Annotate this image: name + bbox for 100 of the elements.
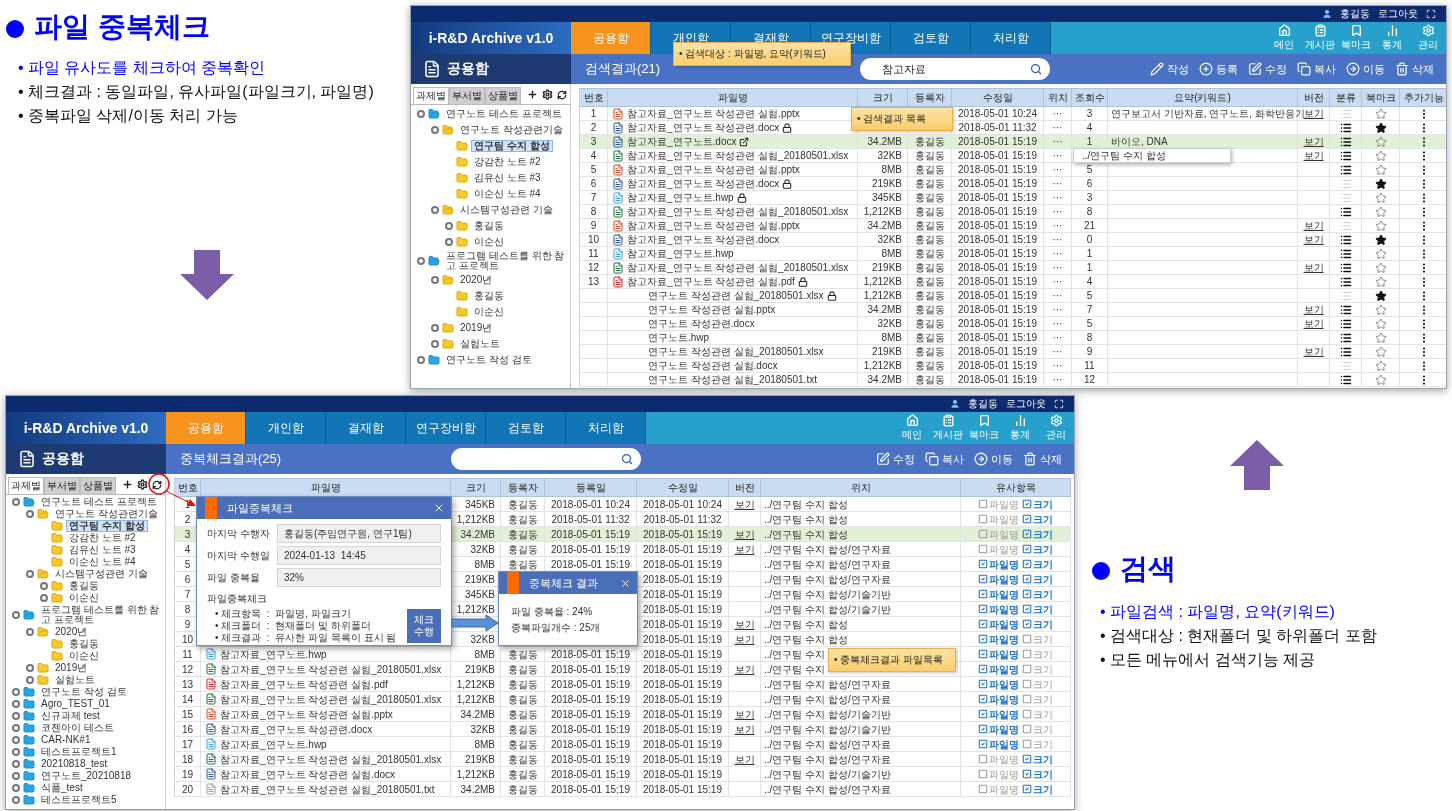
checkbox-icon[interactable] [1022, 589, 1032, 599]
tree-item[interactable]: 홍길동 [471, 220, 507, 232]
checkbox-icon[interactable] [1022, 664, 1032, 674]
checkbox-icon[interactable] [1022, 694, 1032, 704]
tree-item[interactable]: 2019년 [457, 322, 496, 334]
tree-item[interactable]: 20210818_test [38, 758, 111, 770]
star-icon[interactable] [1374, 163, 1387, 176]
checkbox[interactable]: 파일명 [978, 723, 1019, 735]
checkbox-icon[interactable] [978, 739, 988, 749]
expander-icon[interactable] [431, 126, 439, 134]
expander-icon[interactable] [12, 796, 20, 804]
toolbar-button[interactable]: 등록 [1199, 61, 1238, 77]
checkbox-icon[interactable] [1022, 499, 1032, 509]
list-icon[interactable] [1339, 135, 1352, 148]
logout-link[interactable]: 로그아웃 [1006, 397, 1046, 411]
expander-icon[interactable] [417, 110, 425, 118]
tree-item[interactable]: 프로그램 테스트를 위한 참고 프로젝트 [38, 604, 165, 626]
input-field[interactable]: 2024-01-13 14:45 [277, 546, 441, 565]
view-link[interactable]: 보기 [1303, 234, 1324, 245]
expander-icon[interactable] [417, 257, 425, 265]
tree-item[interactable]: 식품_test [38, 782, 86, 794]
input-field[interactable]: 32% [277, 568, 441, 587]
tree-item[interactable]: 시스템구성관련 기술 [52, 568, 151, 580]
expander-icon[interactable] [12, 712, 20, 720]
star-icon[interactable] [1374, 261, 1387, 274]
checkbox-icon[interactable] [978, 724, 988, 734]
view-link[interactable]: 보기 [734, 723, 755, 735]
tree-item[interactable]: 이순신 [66, 592, 102, 604]
expander-icon[interactable] [431, 206, 439, 214]
checkbox[interactable]: 파일명 [978, 588, 1019, 600]
settings-icon[interactable] [137, 479, 148, 490]
tree-item[interactable]: 이순신 [471, 306, 507, 318]
table-row[interactable]: 연구노트.hwp 8MB 홍길동 2018-05-01 15:19 ··· 8 [580, 331, 1446, 345]
checkbox-icon[interactable] [1022, 709, 1032, 719]
tree-item[interactable]: 2020년 [52, 626, 91, 638]
checkbox[interactable]: 파일명 [978, 618, 1019, 630]
sidebar-tab[interactable]: 상품별 [485, 87, 521, 104]
add-icon[interactable] [527, 89, 538, 100]
tree-item[interactable]: Agro_TEST_01 [38, 698, 113, 710]
tree-item[interactable]: 홍길동 [66, 580, 102, 592]
list-icon[interactable] [1339, 233, 1352, 246]
checkbox-icon[interactable] [978, 559, 988, 569]
checkbox-icon[interactable] [1022, 544, 1032, 554]
checkbox-icon[interactable] [1022, 649, 1032, 659]
checkbox-icon[interactable] [1022, 619, 1032, 629]
table-row[interactable]: 10 참고자료_연구노트 작성관련.docx 32KB 홍길동 2018-05-01 15:19 ··· 0 보기 [580, 233, 1446, 247]
checkbox-icon[interactable] [1022, 739, 1032, 749]
checkbox-icon[interactable] [1022, 754, 1032, 764]
checkbox-icon[interactable] [1022, 784, 1032, 794]
star-icon[interactable] [1374, 345, 1387, 358]
expander-icon[interactable] [12, 724, 20, 732]
expander-icon[interactable] [26, 510, 34, 518]
tree-item[interactable]: 코젠아이 테스트 [38, 722, 117, 734]
table-row[interactable]: 13 참고자료_연구노트 작성관련 실험.pdf 1,212KB 홍길동 2018-05-01 15:19 2018-05-01 15:19 ../연구팀 수지 합성/연구자료 파일명 크기 [175, 677, 1071, 692]
table-row[interactable]: 8 참고자료_연구노트 작성관련 실험_20180501.xlsx 1,212KB 홍길동 2018-05-01 15:19 ··· 8 [580, 205, 1446, 219]
checkbox[interactable]: 크기 [1022, 498, 1053, 510]
expander-icon[interactable] [12, 760, 20, 768]
tree-item[interactable]: 연구노트 테스트 프로젝트 [38, 496, 160, 508]
add-icon[interactable] [122, 479, 133, 490]
view-link[interactable]: 보기 [1303, 318, 1324, 329]
checkbox-icon[interactable] [1022, 634, 1032, 644]
nav-tab[interactable]: 개인함 [246, 412, 326, 444]
view-link[interactable]: 보기 [1303, 150, 1324, 161]
expander-icon[interactable] [26, 664, 34, 672]
fullscreen-icon[interactable] [1426, 9, 1436, 19]
tree-item[interactable]: 연구노트_20210818 [38, 770, 135, 782]
table-row[interactable]: 14 참고자료_연구노트 작성관련 실험_20180501.xlsx 1,212KB 홍길동 2018-05-01 15:19 2018-05-01 15:19 ../연구팀 수지 합성/연구자료 파일명 크기 [175, 692, 1071, 707]
sidebar-tab[interactable]: 부서별 [449, 87, 485, 104]
view-link[interactable]: 보기 [734, 618, 755, 630]
table-row[interactable]: 7 참고자료_연구노트.hwp 345KB 홍길동 2018-05-01 15:19 ··· 3 [580, 191, 1446, 205]
checkbox-icon[interactable] [978, 544, 988, 554]
checkbox[interactable]: 파일명 [978, 708, 1019, 720]
tree-item[interactable]: 연구팀 수지 합성 [66, 520, 148, 532]
tree-item[interactable]: 테스트프로젝트5 [38, 794, 120, 806]
table-row[interactable]: 11 참고자료_연구노트.hwp 8MB 홍길동 2018-05-01 15:19 ··· 1 [580, 247, 1446, 261]
expander-icon[interactable] [12, 688, 20, 696]
tree-item[interactable]: 이순신 노트 #4 [471, 188, 544, 200]
checkbox-icon[interactable] [978, 709, 988, 719]
checkbox-icon[interactable] [1022, 529, 1032, 539]
settings-icon[interactable] [542, 89, 553, 100]
checkbox-icon[interactable] [978, 499, 988, 509]
expander-icon[interactable] [431, 276, 439, 284]
star-icon[interactable] [1374, 233, 1387, 246]
tree-item[interactable]: 실험노트 [457, 338, 503, 350]
tree-item[interactable]: 2019년 [52, 662, 91, 674]
logout-link[interactable]: 로그아웃 [1378, 7, 1418, 21]
expander-icon[interactable] [26, 676, 34, 684]
checkbox[interactable]: 파일명 [978, 603, 1019, 615]
run-check-button[interactable]: 체크 수행 [407, 609, 441, 643]
checkbox-icon[interactable] [1022, 514, 1032, 524]
checkbox-icon[interactable] [978, 619, 988, 629]
tree-item[interactable]: 프로그램 테스트를 위한 참고 프로젝트 [443, 250, 570, 272]
refresh-icon[interactable] [557, 89, 567, 100]
star-icon[interactable] [1374, 247, 1387, 260]
list-icon[interactable] [1339, 317, 1352, 330]
search-icon[interactable] [621, 453, 634, 465]
fullscreen-icon[interactable] [1054, 399, 1064, 409]
checkbox[interactable]: 크기 [1022, 603, 1053, 615]
tree-item[interactable]: 홍길동 [66, 638, 102, 650]
tree-item[interactable]: 연구노트 작성관련기술 [52, 508, 161, 520]
